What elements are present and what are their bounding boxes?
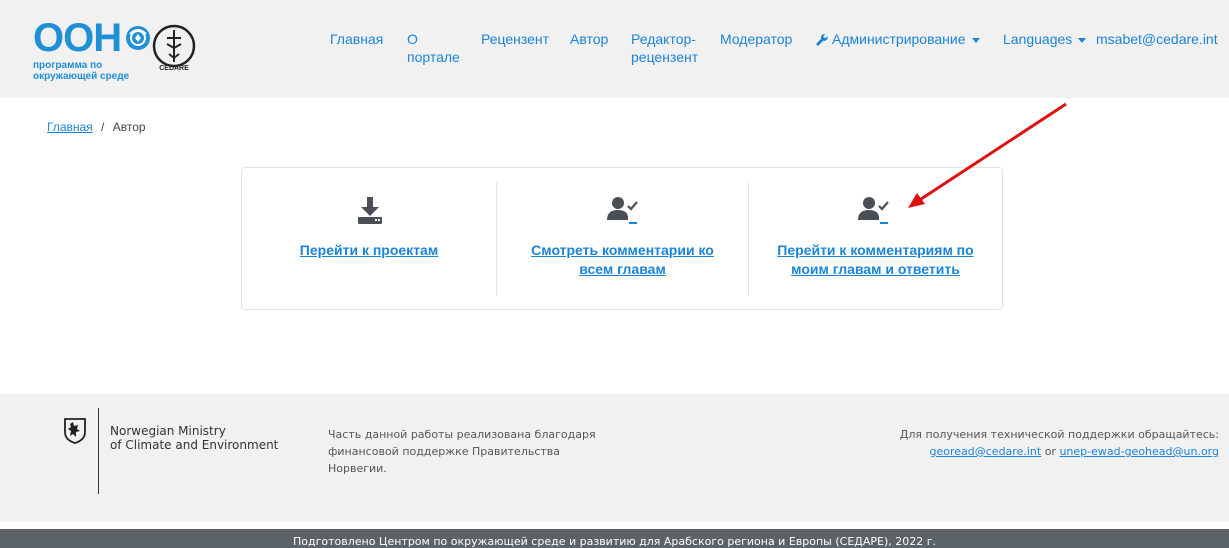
footer-support-text: Для получения технической поддержки обра… [899,428,1219,441]
user-check-icon [858,197,889,224]
nav-editor-reviewer[interactable]: Редактор- рецензент [631,30,698,66]
norway-coat-of-arms-icon [64,418,86,444]
breadcrumb-separator: / [101,120,105,134]
link-view-all-comments[interactable]: Смотреть комментарии ко всем главам [497,241,748,279]
breadcrumb-current: Автор [112,120,146,134]
footer: Norwegian Ministry of Climate and Enviro… [0,394,1229,522]
support-email-link-2[interactable]: unep-ewad-geohead@un.org [1059,445,1219,458]
nav-home[interactable]: Главная [330,30,383,48]
author-actions-card: Перейти к проектам Смотреть комментарии … [241,167,1003,310]
card-my-chapter-comments: Перейти к комментариям по моим главам и … [749,168,1002,309]
footer-bottom-bar: Подготовлено Центром по окружающей среде… [0,529,1229,548]
nav-about[interactable]: О порталe [407,30,460,66]
nav-user[interactable]: msabet@cedare.int [1096,30,1218,48]
link-go-to-projects[interactable]: Перейти к проектам [242,241,496,260]
nav-author[interactable]: Автор [570,30,608,48]
download-icon [358,197,382,224]
nav-languages-label: Languages [1003,31,1073,47]
nav-admin-label: Администрирование [832,31,966,47]
norway-ministry-logo-text: Norwegian Ministry of Climate and Enviro… [110,424,279,452]
nav-moderator[interactable]: Модератор [720,30,792,48]
chevron-down-icon [1078,37,1087,43]
nav-reviewer[interactable]: Рецензент [481,30,549,48]
link-my-chapter-comments[interactable]: Перейти к комментариям по моим главам и … [749,241,1002,279]
footer-support: Для получения технической поддержки обра… [900,426,1219,460]
support-email-link-1[interactable]: georead@cedare.int [930,445,1042,458]
card-go-to-projects: Перейти к проектам [242,168,496,309]
card-view-all-comments: Смотреть комментарии ко всем главам [497,168,748,309]
nav-languages-dropdown[interactable]: Languages [1003,30,1087,48]
top-navbar: ООН программа по окружающей среде CEDARE… [0,0,1229,98]
footer-credit-text: Подготовлено Центром по окружающей среде… [292,535,937,548]
breadcrumb: Главная / Автор [47,120,146,134]
breadcrumb-home[interactable]: Главная [47,120,93,134]
chevron-down-icon [971,37,980,43]
footer-divider [98,408,99,494]
cedare-logo-text: CEDARE [159,65,189,72]
nav-admin-dropdown[interactable]: Администрирование [815,30,980,48]
unep-logo-title: ООН [33,16,122,60]
unep-logo-subtitle: программа по окружающей среде [33,60,130,82]
footer-or-text: or [1044,445,1056,458]
unep-logo[interactable]: ООН программа по окружающей среде [33,18,152,82]
user-check-icon [607,197,638,224]
footer-funding-note: Часть данной работы реализована благодар… [328,428,596,475]
cedare-logo[interactable]: CEDARE [145,24,203,74]
wrench-icon [816,34,828,47]
